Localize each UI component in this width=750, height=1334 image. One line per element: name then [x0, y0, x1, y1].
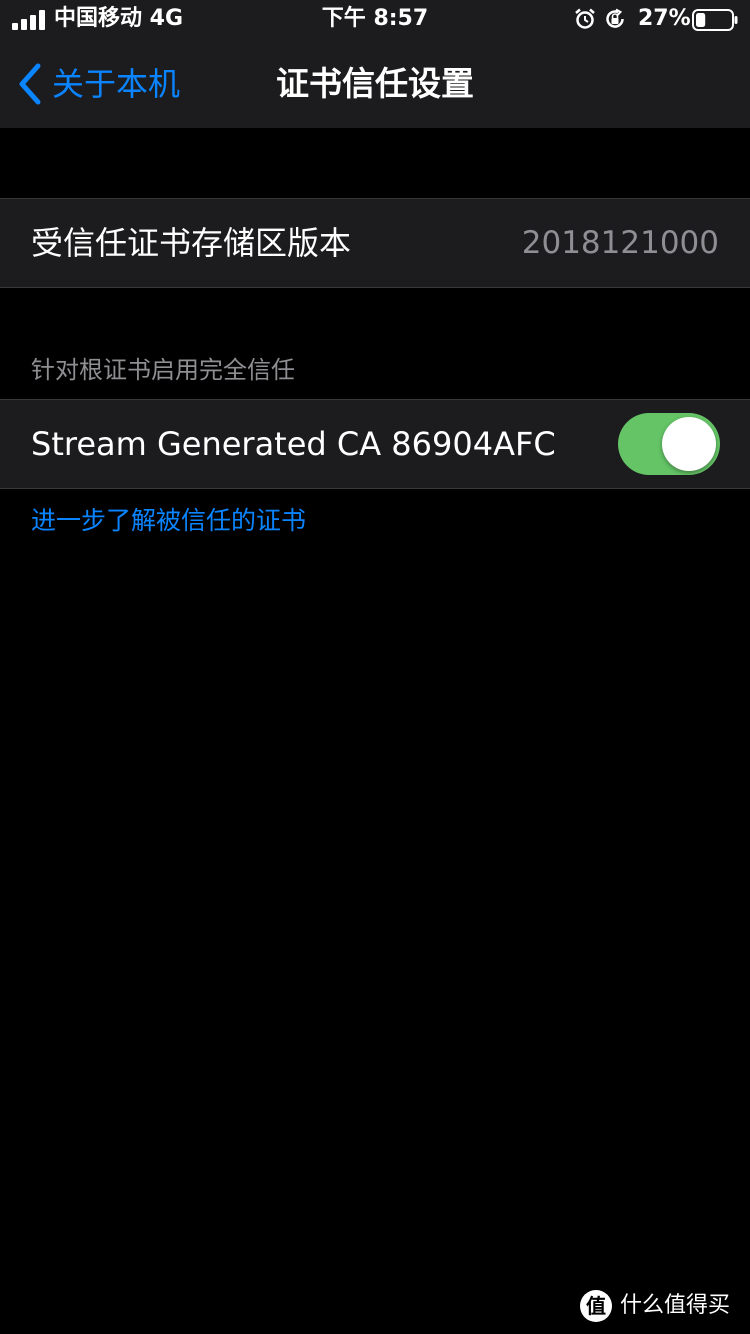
watermark-badge: 值 [580, 1290, 612, 1322]
certificate-trust-row: Stream Generated CA 86904AFC [0, 399, 750, 489]
trust-store-version-label: 受信任证书存储区版本 [31, 224, 352, 262]
page-title: 证书信任设置 [276, 64, 474, 103]
learn-more-link[interactable]: 进一步了解被信任的证书 [31, 504, 306, 538]
root-trust-section-header: 针对根证书启用完全信任 [31, 356, 295, 384]
certificate-trust-toggle[interactable] [618, 413, 720, 475]
trust-store-version-row: 受信任证书存储区版本 2018121000 [0, 198, 750, 288]
trust-store-version-value: 2018121000 [521, 225, 719, 261]
alarm-icon [575, 8, 595, 29]
battery-icon [692, 9, 738, 31]
orientation-lock-icon [606, 8, 624, 28]
watermark: 值 什么值得买 [580, 1290, 742, 1326]
toggle-knob [662, 417, 716, 471]
status-bar: 中国移动 4G 下午 8:57 27% [0, 0, 750, 40]
watermark-text: 什么值得买 [620, 1293, 731, 1318]
navigation-bar: 关于本机 证书信任设置 [0, 40, 750, 128]
certificate-name: Stream Generated CA 86904AFC [31, 425, 556, 463]
battery-percent: 27% [638, 6, 691, 31]
